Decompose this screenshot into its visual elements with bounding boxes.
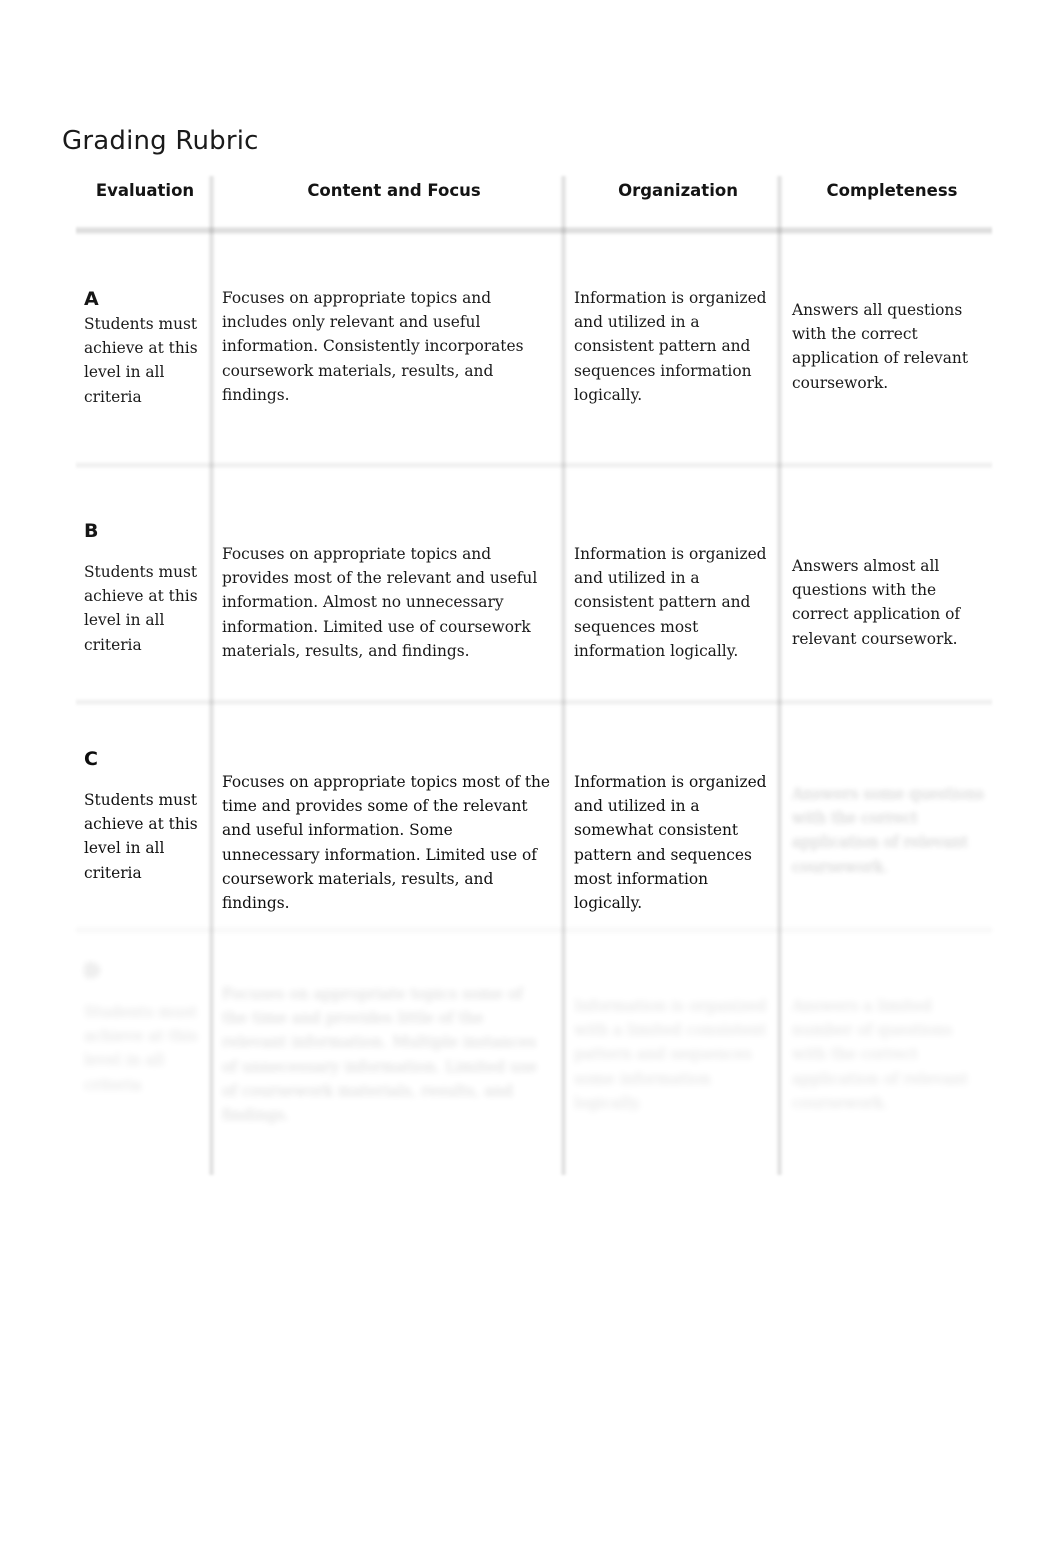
evaluation-cell: C Students must achieve at this level in… <box>84 746 204 885</box>
organization-cell: Information is organized and utilized in… <box>574 545 767 660</box>
column-header-completeness: Completeness <box>826 181 958 200</box>
row-separator-rule-c-d <box>76 926 992 934</box>
organization-cell: Information is organized and utilized in… <box>574 773 767 913</box>
evaluation-cell: B Students must achieve at this level in… <box>84 518 204 657</box>
completeness-cell: Answers some questions with the correct … <box>792 785 985 876</box>
column-divider-3 <box>776 176 783 1175</box>
column-header-content-and-focus: Content and Focus <box>307 181 481 200</box>
organization-cell: Information is organized and utilized in… <box>574 289 767 404</box>
row-separator-rule-a-b <box>76 461 992 469</box>
criteria-note: Students must achieve at this level in a… <box>84 1003 198 1094</box>
content-and-focus-cell: Focuses on appropriate topics some of th… <box>222 985 537 1125</box>
page-title: Grading Rubric <box>62 126 259 156</box>
grade-letter: D <box>84 960 100 982</box>
content-and-focus-cell: Focuses on appropriate topics and provid… <box>222 545 538 660</box>
column-header-organization: Organization <box>618 181 738 200</box>
header-separator-rule <box>76 226 992 235</box>
grading-rubric-table: Evaluation Content and Focus Organizatio… <box>76 176 992 1175</box>
criteria-note: Students must achieve at this level in a… <box>84 315 198 406</box>
document-page: Grading Rubric Evaluation Content and Fo… <box>0 0 1062 1556</box>
column-divider-1 <box>208 176 215 1175</box>
grade-letter: C <box>84 748 98 770</box>
grade-letter: B <box>84 520 99 542</box>
evaluation-cell: D Students must achieve at this level in… <box>84 958 204 1097</box>
row-separator-rule-b-c <box>76 698 992 706</box>
content-and-focus-cell: Focuses on appropriate topics most of th… <box>222 773 551 913</box>
table-header-row: Evaluation Content and Focus Organizatio… <box>76 176 992 222</box>
content-and-focus-cell: Focuses on appropriate topics and includ… <box>222 289 524 404</box>
completeness-cell: Answers a limited number of questions wi… <box>792 997 969 1112</box>
criteria-note: Students must achieve at this level in a… <box>84 791 198 882</box>
completeness-cell: Answers all questions with the correct a… <box>792 301 969 392</box>
column-header-evaluation: Evaluation <box>95 181 195 200</box>
evaluation-cell: A Students must achieve at this level in… <box>84 286 204 409</box>
organization-cell: Information is organized with a limited … <box>574 997 767 1112</box>
completeness-cell: Answers almost all questions with the co… <box>792 557 961 648</box>
column-divider-2 <box>560 176 567 1175</box>
criteria-note: Students must achieve at this level in a… <box>84 563 198 654</box>
grade-letter: A <box>84 288 99 310</box>
